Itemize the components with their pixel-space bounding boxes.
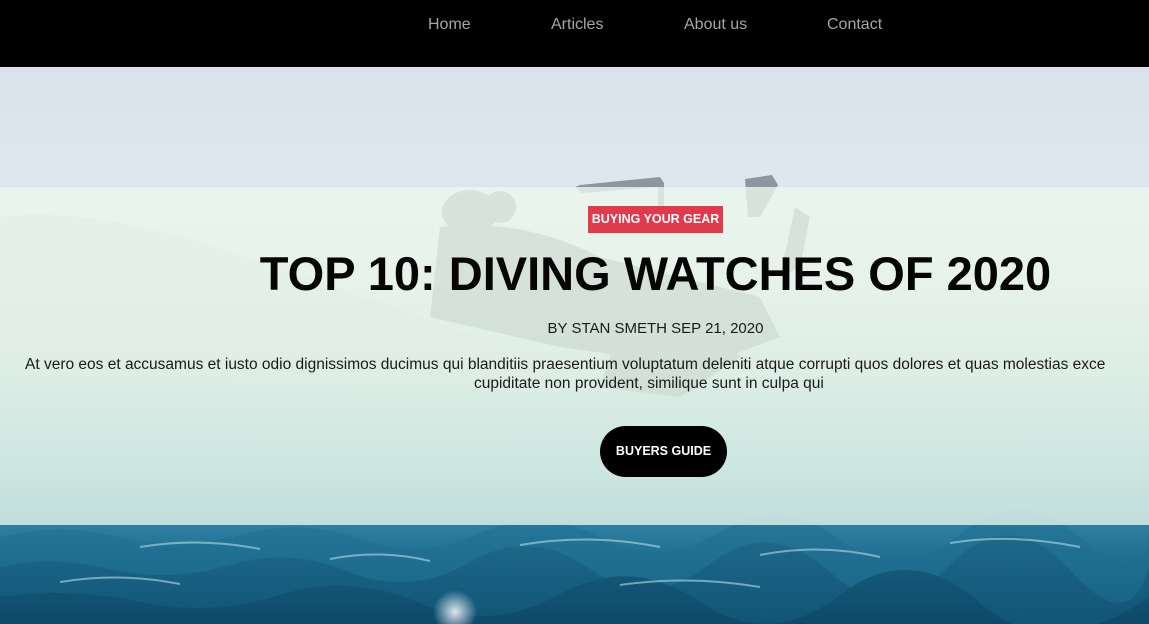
article-byline: BY STAN SMETH SEP 21, 2020 — [547, 320, 764, 337]
article-excerpt: At vero eos et accusamus et iusto odio d… — [25, 355, 1149, 393]
excerpt-line: cupiditate non provident, similique sunt… — [474, 375, 824, 392]
top-navigation: Home Articles About us Contact — [0, 0, 1149, 67]
excerpt-line: At vero eos et accusamus et iusto odio d… — [25, 356, 1106, 373]
nav-link-articles[interactable]: Articles — [551, 16, 603, 34]
article-title: TOP 10: DIVING WATCHES OF 2020 — [259, 247, 1052, 300]
nav-link-contact[interactable]: Contact — [827, 16, 882, 34]
nav-link-about-us[interactable]: About us — [684, 16, 747, 34]
buyers-guide-button[interactable]: BUYERS GUIDE — [600, 426, 727, 477]
nav-link-home[interactable]: Home — [428, 16, 471, 34]
category-badge[interactable]: BUYING YOUR GEAR — [588, 206, 723, 233]
